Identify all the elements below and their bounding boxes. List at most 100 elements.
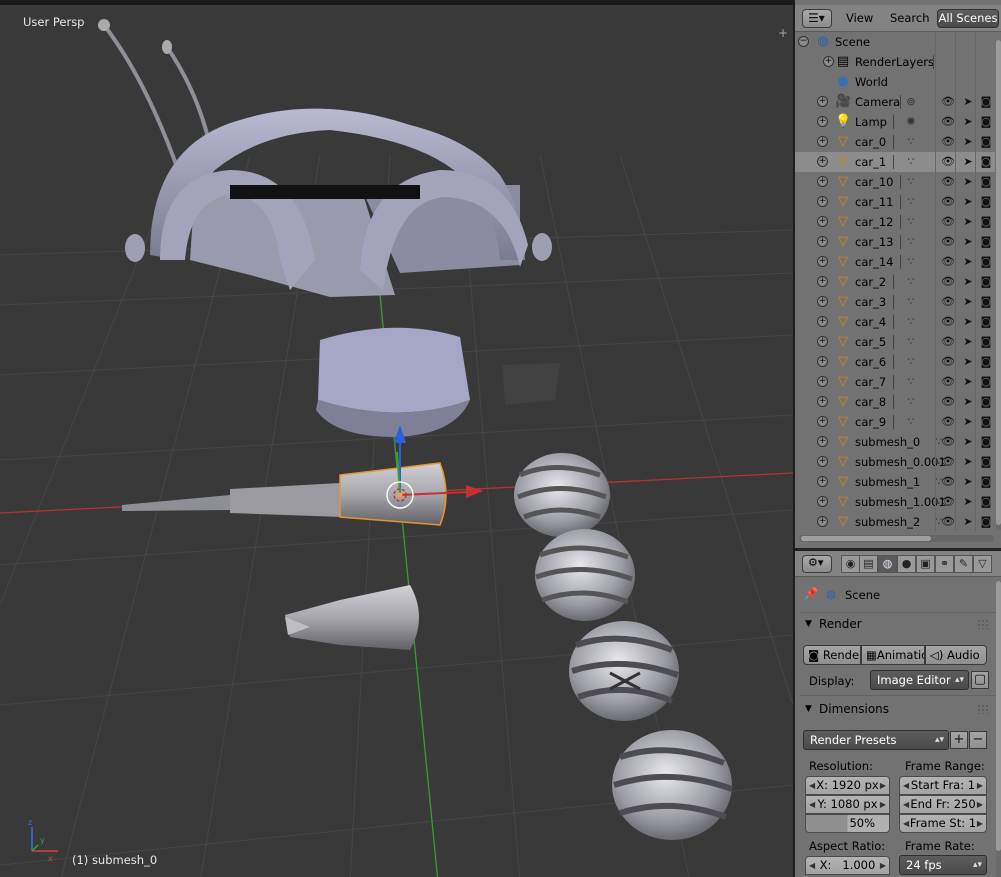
object-data-mesh-icon[interactable]: ∵ <box>903 414 919 430</box>
renderability-camera-icon[interactable]: ◙ <box>979 334 993 350</box>
decrement-arrow-icon[interactable]: ◀ <box>903 777 909 794</box>
renderability-camera-icon[interactable]: ◙ <box>979 174 993 190</box>
increment-arrow-icon[interactable]: ▶ <box>977 815 983 832</box>
frame-rate-dropdown[interactable]: 24 fps ▴▾ <box>899 855 987 875</box>
expand-icon[interactable]: + <box>817 196 828 207</box>
tree-row-object[interactable]: + ▽ car_10 ∵ 👁 ➤ ◙ <box>795 172 995 192</box>
decrement-arrow-icon[interactable]: ◀ <box>903 815 909 832</box>
object-data-mesh-icon[interactable]: ∵ <box>903 154 919 170</box>
resolution-percentage-slider[interactable]: 50% <box>805 814 890 833</box>
renderability-camera-icon[interactable]: ◙ <box>979 254 993 270</box>
expand-icon[interactable]: + <box>817 96 828 107</box>
visibility-eye-icon[interactable]: 👁 <box>941 154 955 170</box>
renderability-camera-icon[interactable]: ◙ <box>979 514 993 530</box>
selectability-cursor-icon[interactable]: ➤ <box>961 374 975 390</box>
renderability-camera-icon[interactable]: ◙ <box>979 234 993 250</box>
render-presets-dropdown[interactable]: Render Presets ▴▾ <box>803 730 949 750</box>
add-preset-button[interactable]: + <box>950 731 968 749</box>
increment-arrow-icon[interactable]: ▶ <box>880 777 886 794</box>
tree-row-object[interactable]: + ▽ submesh_1.001 ∵ 👁 ➤ ◙ <box>795 492 995 512</box>
tab-object-icon[interactable]: ▣ <box>916 555 935 573</box>
tree-row-object[interactable]: + ▽ car_6 ∵ 👁 ➤ ◙ <box>795 352 995 372</box>
tree-row-scene[interactable]: − ◍ Scene <box>795 32 995 52</box>
visibility-eye-icon[interactable]: 👁 <box>941 454 955 470</box>
expand-icon[interactable]: + <box>817 276 828 287</box>
selectability-cursor-icon[interactable]: ➤ <box>961 354 975 370</box>
renderability-camera-icon[interactable]: ◙ <box>979 414 993 430</box>
selectability-cursor-icon[interactable]: ➤ <box>961 94 975 110</box>
renderability-camera-icon[interactable]: ◙ <box>979 374 993 390</box>
expand-icon[interactable]: + <box>817 416 828 427</box>
visibility-eye-icon[interactable]: 👁 <box>941 494 955 510</box>
visibility-eye-icon[interactable]: 👁 <box>941 314 955 330</box>
audio-button[interactable]: ◁) Audio <box>925 645 987 665</box>
object-data-mesh-icon[interactable]: ∵ <box>903 174 919 190</box>
increment-arrow-icon[interactable]: ▶ <box>880 857 886 874</box>
object-data-mesh-icon[interactable]: ∵ <box>903 314 919 330</box>
tree-row-object[interactable]: + ▽ car_5 ∵ 👁 ➤ ◙ <box>795 332 995 352</box>
visibility-eye-icon[interactable]: 👁 <box>941 234 955 250</box>
visibility-eye-icon[interactable]: 👁 <box>941 334 955 350</box>
object-data-mesh-icon[interactable]: ∵ <box>903 334 919 350</box>
tree-row-object[interactable]: + ▽ submesh_0.001 ∵ 👁 ➤ ◙ <box>795 452 995 472</box>
expand-icon[interactable]: + <box>823 56 834 67</box>
outliner-tree[interactable]: − ◍ Scene + ▤ RenderLayers ● World + 🎥 Cam… <box>795 32 995 532</box>
selectability-cursor-icon[interactable]: ➤ <box>961 234 975 250</box>
visibility-eye-icon[interactable]: 👁 <box>941 94 955 110</box>
expand-icon[interactable]: + <box>817 116 828 127</box>
aspect-x-field[interactable]: ◀ X: 1.000 ▶ <box>805 856 890 875</box>
expand-icon[interactable]: + <box>817 176 828 187</box>
editor-type-button[interactable]: ☰▾ <box>802 9 832 28</box>
tree-row-world[interactable]: ● World <box>795 72 995 92</box>
selectability-cursor-icon[interactable]: ➤ <box>961 454 975 470</box>
properties-scrollbar[interactable] <box>996 581 1001 877</box>
selectability-cursor-icon[interactable]: ➤ <box>961 474 975 490</box>
expand-icon[interactable]: + <box>817 456 828 467</box>
tree-row-object[interactable]: + ▽ car_14 ∵ 👁 ➤ ◙ <box>795 252 995 272</box>
visibility-eye-icon[interactable]: 👁 <box>941 474 955 490</box>
tree-row-object[interactable]: + 💡 Lamp ✺ 👁 ➤ ◙ <box>795 112 995 132</box>
visibility-eye-icon[interactable]: 👁 <box>941 274 955 290</box>
visibility-eye-icon[interactable]: 👁 <box>941 174 955 190</box>
visibility-eye-icon[interactable]: 👁 <box>941 114 955 130</box>
region-expand-icon[interactable]: + <box>778 27 790 39</box>
tree-row-object[interactable]: + ▽ submesh_2 ∵ 👁 ➤ ◙ <box>795 512 995 532</box>
tree-row-object[interactable]: + ▽ car_12 ∵ 👁 ➤ ◙ <box>795 212 995 232</box>
object-data-mesh-icon[interactable]: ∵ <box>903 234 919 250</box>
expand-icon[interactable]: + <box>817 496 828 507</box>
object-data-mesh-icon[interactable]: ∵ <box>903 354 919 370</box>
selectability-cursor-icon[interactable]: ➤ <box>961 494 975 510</box>
resolution-x-field[interactable]: ◀ X: 1920 px ▶ <box>805 776 890 795</box>
tab-modifiers-icon[interactable]: ✎ <box>954 555 973 573</box>
visibility-eye-icon[interactable]: 👁 <box>941 214 955 230</box>
visibility-eye-icon[interactable]: 👁 <box>941 414 955 430</box>
visibility-eye-icon[interactable]: 👁 <box>941 194 955 210</box>
selectability-cursor-icon[interactable]: ➤ <box>961 254 975 270</box>
object-data-mesh-icon[interactable]: ∵ <box>903 274 919 290</box>
renderability-camera-icon[interactable]: ◙ <box>979 434 993 450</box>
frame-step-field[interactable]: ◀ Frame St: 1 ▶ <box>899 814 987 833</box>
selectability-cursor-icon[interactable]: ➤ <box>961 314 975 330</box>
renderability-camera-icon[interactable]: ◙ <box>979 154 993 170</box>
tree-row-object[interactable]: + ▽ car_2 ∵ 👁 ➤ ◙ <box>795 272 995 292</box>
renderability-camera-icon[interactable]: ◙ <box>979 454 993 470</box>
tree-row-object[interactable]: + ▽ submesh_0 ∵ 👁 ➤ ◙ <box>795 432 995 452</box>
renderability-camera-icon[interactable]: ◙ <box>979 134 993 150</box>
renderability-camera-icon[interactable]: ◙ <box>979 274 993 290</box>
scrollbar-thumb[interactable] <box>801 536 931 541</box>
outliner-horizontal-scrollbar[interactable] <box>799 535 994 542</box>
tree-row-object[interactable]: + ▽ car_13 ∵ 👁 ➤ ◙ <box>795 232 995 252</box>
tree-row-object[interactable]: + ▽ car_0 ∵ 👁 ➤ ◙ <box>795 132 995 152</box>
tree-row-object[interactable]: + ▽ car_9 ∵ 👁 ➤ ◙ <box>795 412 995 432</box>
tree-row-object[interactable]: + ▽ car_4 ∵ 👁 ➤ ◙ <box>795 312 995 332</box>
renderability-camera-icon[interactable]: ◙ <box>979 394 993 410</box>
remove-preset-button[interactable]: − <box>969 731 987 749</box>
increment-arrow-icon[interactable]: ▶ <box>880 796 886 813</box>
expand-icon[interactable]: + <box>817 136 828 147</box>
tab-render-layers-icon[interactable]: ▤ <box>859 555 878 573</box>
scrollbar-thumb[interactable] <box>996 581 1001 851</box>
selectability-cursor-icon[interactable]: ➤ <box>961 394 975 410</box>
expand-icon[interactable]: + <box>817 516 828 527</box>
object-data-mesh-icon[interactable]: ∵ <box>903 254 919 270</box>
object-data-mesh-icon[interactable]: ∵ <box>903 134 919 150</box>
